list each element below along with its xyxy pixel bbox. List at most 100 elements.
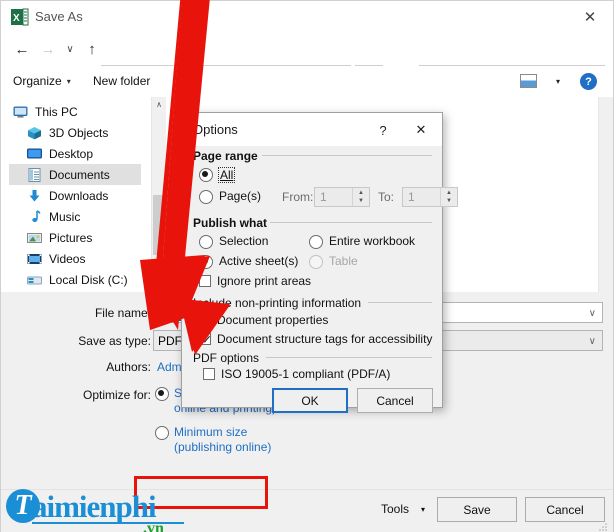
iso-compliant-label: ISO 19005-1 compliant (PDF/A) [221, 367, 391, 381]
options-ok-button[interactable]: OK [272, 388, 348, 413]
sidebar-item-this-pc[interactable]: This PC [9, 101, 141, 122]
navigation-pane: This PC 3D Objects Desktop Documents Dow… [1, 97, 151, 292]
sidebar-item-downloads[interactable]: Downloads [9, 185, 141, 206]
sidebar-item-music[interactable]: Music [9, 206, 141, 227]
checkbox-document-properties[interactable] [199, 314, 211, 326]
chevron-down-icon[interactable]: ∨ [589, 336, 596, 347]
command-bar: Organize ▾ New folder ▾ ? [1, 66, 613, 98]
title-bar: X Save As ✕ [1, 1, 613, 32]
checkbox-structure-tags[interactable] [199, 333, 211, 345]
chevron-down-icon[interactable]: ∨ [589, 308, 596, 319]
help-icon[interactable]: ? [580, 73, 597, 90]
sidebar-item-local-disk-c[interactable]: Local Disk (C:) [9, 269, 141, 290]
sidebar-item-label: Videos [49, 251, 86, 266]
page-range-to-stepper[interactable]: 1 ▲ ▼ [402, 187, 458, 207]
page-range-all-radio[interactable]: All [199, 167, 236, 183]
sidebar-item-label: Documents [49, 167, 110, 182]
download-arrow-icon [27, 189, 42, 203]
publish-active-sheets-radio[interactable]: Active sheet(s) [199, 254, 298, 269]
publish-table-label: Table [329, 254, 358, 268]
pictures-icon [27, 231, 42, 245]
cancel-button[interactable]: Cancel [525, 497, 605, 522]
page-range-all-label: All [218, 167, 236, 183]
watermark-logo: T aimienphi .vn [6, 487, 206, 532]
checkbox-ignore-print-areas[interactable] [199, 275, 211, 287]
sidebar-item-documents[interactable]: Documents [9, 164, 141, 185]
page-range-from-label: From: [282, 190, 314, 204]
ignore-print-areas-label: Ignore print areas [217, 274, 312, 288]
radio-button-standard[interactable] [155, 387, 169, 401]
radio-button-entire-workbook[interactable] [309, 235, 323, 249]
resize-grip[interactable] [599, 520, 608, 531]
chevron-down-icon[interactable]: ▾ [556, 77, 560, 86]
up-icon[interactable]: ↑ [81, 38, 103, 60]
chevron-down-icon: ▾ [421, 504, 426, 514]
include-info-group-title: Include non-printing information [193, 296, 368, 310]
stepper-arrows[interactable]: ▲ ▼ [352, 188, 369, 206]
page-range-from-stepper[interactable]: 1 ▲ ▼ [314, 187, 370, 207]
sidebar-item-desktop[interactable]: Desktop [9, 143, 141, 164]
checkbox-iso-compliant[interactable] [203, 368, 215, 380]
sidebar-item-3d-objects[interactable]: 3D Objects [9, 122, 141, 143]
publish-entire-workbook-radio[interactable]: Entire workbook [309, 234, 415, 249]
page-range-group-title: Page range [193, 149, 264, 163]
to-value: 1 [408, 190, 415, 204]
radio-button-pages[interactable] [199, 190, 213, 204]
forward-icon[interactable]: → [37, 38, 59, 60]
recent-locations-icon[interactable]: ∨ [59, 38, 81, 60]
structure-tags-checkbox[interactable]: Document structure tags for accessibilit… [199, 332, 432, 346]
desktop-icon [27, 147, 42, 161]
sidebar-item-label: Downloads [49, 188, 109, 203]
publish-active-sheets-label: Active sheet(s) [219, 254, 299, 268]
scroll-up-icon[interactable]: ∧ [152, 97, 166, 112]
radio-button-active-sheets[interactable] [199, 255, 213, 269]
structure-tags-label: Document structure tags for accessibilit… [217, 332, 433, 346]
music-note-icon [27, 209, 42, 224]
document-properties-checkbox[interactable]: Document properties [199, 313, 328, 327]
authors-label: Authors: [106, 360, 151, 374]
scroll-down-icon[interactable]: ∨ [152, 277, 166, 292]
save-button[interactable]: Save [437, 497, 517, 522]
publish-selection-label: Selection [219, 234, 269, 248]
stepper-arrows[interactable]: ▲ ▼ [440, 188, 457, 206]
save-as-type-value: PDF [158, 333, 182, 348]
publish-entire-workbook-label: Entire workbook [329, 234, 416, 248]
pdf-options-group-title: PDF options [193, 351, 266, 365]
document-properties-label: Document properties [217, 313, 329, 327]
from-value: 1 [320, 190, 327, 204]
sidebar-item-pictures[interactable]: Pictures [9, 227, 141, 248]
options-cancel-button[interactable]: Cancel [357, 388, 433, 413]
sidebar-item-label: Pictures [49, 230, 93, 245]
radio-button-minimum[interactable] [155, 426, 169, 440]
save-as-type-label: Save as type: [78, 334, 151, 348]
options-dialog-title: Options [193, 122, 238, 137]
close-icon[interactable]: ✕ [409, 121, 433, 139]
radio-button-table [309, 255, 323, 269]
scrollbar-thumb[interactable] [153, 195, 165, 255]
radio-button-selection[interactable] [199, 235, 213, 249]
organize-button[interactable]: Organize ▾ [13, 74, 71, 88]
page-range-pages-radio[interactable]: Page(s) [199, 189, 261, 204]
group-divider [266, 357, 432, 358]
publish-table-radio: Table [309, 254, 358, 269]
publish-what-group-title: Publish what [193, 216, 274, 230]
new-folder-button[interactable]: New folder [93, 74, 150, 88]
view-layout-icon[interactable] [520, 74, 537, 88]
sidebar-item-label: Local Disk (C:) [49, 272, 128, 287]
file-list-scrollbar[interactable] [598, 97, 613, 292]
page-range-to-label: To: [378, 190, 395, 204]
back-icon[interactable]: ← [11, 38, 33, 60]
tools-button[interactable]: Tools ▾ [381, 502, 425, 516]
help-icon[interactable]: ? [373, 121, 393, 139]
navigation-bar: ← → ∨ ↑ › This PC › Documents › Logo ∨ ↻… [1, 32, 613, 90]
navigation-pane-scrollbar[interactable]: ∧ ∨ [151, 97, 166, 292]
group-divider [270, 222, 432, 223]
publish-selection-radio[interactable]: Selection [199, 234, 268, 249]
radio-button-all[interactable] [199, 168, 213, 182]
optimize-minimum-radio[interactable]: Minimum size (publishing online) [155, 425, 285, 455]
close-icon[interactable]: ✕ [567, 1, 613, 32]
ignore-print-areas-checkbox[interactable]: Ignore print areas [199, 274, 311, 288]
iso-compliant-checkbox[interactable]: ISO 19005-1 compliant (PDF/A) [203, 367, 390, 381]
sidebar-item-videos[interactable]: Videos [9, 248, 141, 269]
options-dialog-title-bar: Options ? ✕ [182, 113, 442, 146]
